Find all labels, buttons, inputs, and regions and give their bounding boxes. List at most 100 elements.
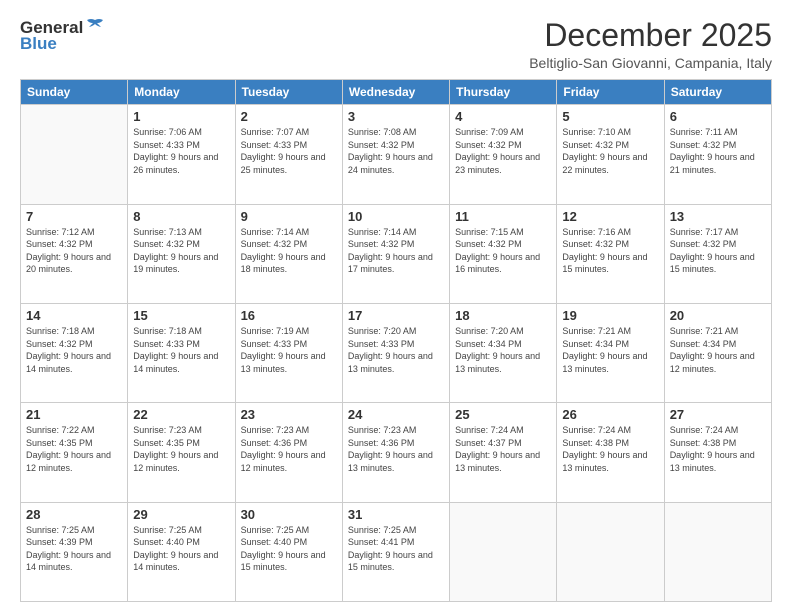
- day-number: 7: [26, 209, 122, 224]
- day-info: Sunrise: 7:24 AMSunset: 4:38 PMDaylight:…: [562, 424, 658, 474]
- week-row-4: 21 Sunrise: 7:22 AMSunset: 4:35 PMDayligh…: [21, 403, 772, 502]
- day-info: Sunrise: 7:20 AMSunset: 4:34 PMDaylight:…: [455, 325, 551, 375]
- day-info: Sunrise: 7:19 AMSunset: 4:33 PMDaylight:…: [241, 325, 337, 375]
- table-cell: 11 Sunrise: 7:15 AMSunset: 4:32 PMDayligh…: [450, 204, 557, 303]
- day-info: Sunrise: 7:25 AMSunset: 4:39 PMDaylight:…: [26, 524, 122, 574]
- col-thursday: Thursday: [450, 80, 557, 105]
- col-friday: Friday: [557, 80, 664, 105]
- day-number: 3: [348, 109, 444, 124]
- main-title: December 2025: [529, 18, 772, 53]
- logo-bird-icon: [85, 18, 105, 34]
- day-info: Sunrise: 7:18 AMSunset: 4:32 PMDaylight:…: [26, 325, 122, 375]
- day-number: 24: [348, 407, 444, 422]
- day-info: Sunrise: 7:08 AMSunset: 4:32 PMDaylight:…: [348, 126, 444, 176]
- table-cell: 14 Sunrise: 7:18 AMSunset: 4:32 PMDayligh…: [21, 303, 128, 402]
- day-number: 2: [241, 109, 337, 124]
- day-number: 19: [562, 308, 658, 323]
- day-info: Sunrise: 7:14 AMSunset: 4:32 PMDaylight:…: [241, 226, 337, 276]
- day-info: Sunrise: 7:21 AMSunset: 4:34 PMDaylight:…: [562, 325, 658, 375]
- table-cell: 21 Sunrise: 7:22 AMSunset: 4:35 PMDayligh…: [21, 403, 128, 502]
- day-number: 13: [670, 209, 766, 224]
- table-cell: 25 Sunrise: 7:24 AMSunset: 4:37 PMDayligh…: [450, 403, 557, 502]
- day-number: 21: [26, 407, 122, 422]
- week-row-2: 7 Sunrise: 7:12 AMSunset: 4:32 PMDaylight…: [21, 204, 772, 303]
- table-cell: 26Sunrise: 7:24 AMSunset: 4:38 PMDayligh…: [557, 403, 664, 502]
- day-info: Sunrise: 7:06 AMSunset: 4:33 PMDaylight:…: [133, 126, 229, 176]
- table-cell: 5Sunrise: 7:10 AMSunset: 4:32 PMDaylight…: [557, 105, 664, 204]
- day-number: 25: [455, 407, 551, 422]
- day-info: Sunrise: 7:16 AMSunset: 4:32 PMDaylight:…: [562, 226, 658, 276]
- day-number: 22: [133, 407, 229, 422]
- col-wednesday: Wednesday: [342, 80, 449, 105]
- col-tuesday: Tuesday: [235, 80, 342, 105]
- day-info: Sunrise: 7:18 AMSunset: 4:33 PMDaylight:…: [133, 325, 229, 375]
- table-cell: 10 Sunrise: 7:14 AMSunset: 4:32 PMDayligh…: [342, 204, 449, 303]
- day-number: 29: [133, 507, 229, 522]
- day-info: Sunrise: 7:23 AMSunset: 4:35 PMDaylight:…: [133, 424, 229, 474]
- table-cell: 1 Sunrise: 7:06 AMSunset: 4:33 PMDaylight…: [128, 105, 235, 204]
- table-cell: 28 Sunrise: 7:25 AMSunset: 4:39 PMDayligh…: [21, 502, 128, 601]
- header: General Blue December 2025 Beltiglio-San…: [20, 18, 772, 71]
- table-cell: 15 Sunrise: 7:18 AMSunset: 4:33 PMDayligh…: [128, 303, 235, 402]
- day-info: Sunrise: 7:14 AMSunset: 4:32 PMDaylight:…: [348, 226, 444, 276]
- day-number: 16: [241, 308, 337, 323]
- day-info: Sunrise: 7:21 AMSunset: 4:34 PMDaylight:…: [670, 325, 766, 375]
- day-info: Sunrise: 7:20 AMSunset: 4:33 PMDaylight:…: [348, 325, 444, 375]
- col-sunday: Sunday: [21, 80, 128, 105]
- calendar-header-row: Sunday Monday Tuesday Wednesday Thursday…: [21, 80, 772, 105]
- day-number: 23: [241, 407, 337, 422]
- day-number: 9: [241, 209, 337, 224]
- day-info: Sunrise: 7:23 AMSunset: 4:36 PMDaylight:…: [348, 424, 444, 474]
- week-row-1: 1 Sunrise: 7:06 AMSunset: 4:33 PMDaylight…: [21, 105, 772, 204]
- day-number: 12: [562, 209, 658, 224]
- table-cell: 3 Sunrise: 7:08 AMSunset: 4:32 PMDaylight…: [342, 105, 449, 204]
- table-cell: 8Sunrise: 7:13 AMSunset: 4:32 PMDaylight…: [128, 204, 235, 303]
- day-number: 4: [455, 109, 551, 124]
- day-number: 10: [348, 209, 444, 224]
- table-cell: 30Sunrise: 7:25 AMSunset: 4:40 PMDayligh…: [235, 502, 342, 601]
- table-cell: 22 Sunrise: 7:23 AMSunset: 4:35 PMDayligh…: [128, 403, 235, 502]
- calendar: Sunday Monday Tuesday Wednesday Thursday…: [20, 79, 772, 602]
- day-info: Sunrise: 7:22 AMSunset: 4:35 PMDaylight:…: [26, 424, 122, 474]
- table-cell: 6 Sunrise: 7:11 AMSunset: 4:32 PMDaylight…: [664, 105, 771, 204]
- day-info: Sunrise: 7:25 AMSunset: 4:40 PMDaylight:…: [241, 524, 337, 574]
- day-number: 28: [26, 507, 122, 522]
- title-block: December 2025 Beltiglio-San Giovanni, Ca…: [529, 18, 772, 71]
- col-saturday: Saturday: [664, 80, 771, 105]
- day-number: 1: [133, 109, 229, 124]
- table-cell: [450, 502, 557, 601]
- day-info: Sunrise: 7:17 AMSunset: 4:32 PMDaylight:…: [670, 226, 766, 276]
- day-info: Sunrise: 7:24 AMSunset: 4:38 PMDaylight:…: [670, 424, 766, 474]
- page: General Blue December 2025 Beltiglio-San…: [0, 0, 792, 612]
- day-number: 15: [133, 308, 229, 323]
- table-cell: 27 Sunrise: 7:24 AMSunset: 4:38 PMDayligh…: [664, 403, 771, 502]
- week-row-3: 14 Sunrise: 7:18 AMSunset: 4:32 PMDayligh…: [21, 303, 772, 402]
- day-info: Sunrise: 7:12 AMSunset: 4:32 PMDaylight:…: [26, 226, 122, 276]
- table-cell: 4Sunrise: 7:09 AMSunset: 4:32 PMDaylight…: [450, 105, 557, 204]
- day-info: Sunrise: 7:11 AMSunset: 4:32 PMDaylight:…: [670, 126, 766, 176]
- day-number: 14: [26, 308, 122, 323]
- table-cell: 2 Sunrise: 7:07 AMSunset: 4:33 PMDaylight…: [235, 105, 342, 204]
- logo-blue-text: Blue: [20, 34, 57, 54]
- table-cell: 16 Sunrise: 7:19 AMSunset: 4:33 PMDayligh…: [235, 303, 342, 402]
- table-cell: 18 Sunrise: 7:20 AMSunset: 4:34 PMDayligh…: [450, 303, 557, 402]
- day-number: 27: [670, 407, 766, 422]
- table-cell: 17Sunrise: 7:20 AMSunset: 4:33 PMDayligh…: [342, 303, 449, 402]
- day-info: Sunrise: 7:07 AMSunset: 4:33 PMDaylight:…: [241, 126, 337, 176]
- subtitle: Beltiglio-San Giovanni, Campania, Italy: [529, 55, 772, 71]
- table-cell: 31Sunrise: 7:25 AMSunset: 4:41 PMDayligh…: [342, 502, 449, 601]
- day-number: 11: [455, 209, 551, 224]
- table-cell: [664, 502, 771, 601]
- day-number: 6: [670, 109, 766, 124]
- day-info: Sunrise: 7:15 AMSunset: 4:32 PMDaylight:…: [455, 226, 551, 276]
- logo: General Blue: [20, 18, 105, 54]
- day-info: Sunrise: 7:23 AMSunset: 4:36 PMDaylight:…: [241, 424, 337, 474]
- day-info: Sunrise: 7:10 AMSunset: 4:32 PMDaylight:…: [562, 126, 658, 176]
- day-info: Sunrise: 7:13 AMSunset: 4:32 PMDaylight:…: [133, 226, 229, 276]
- day-number: 18: [455, 308, 551, 323]
- table-cell: 9 Sunrise: 7:14 AMSunset: 4:32 PMDaylight…: [235, 204, 342, 303]
- table-cell: [557, 502, 664, 601]
- table-cell: 12 Sunrise: 7:16 AMSunset: 4:32 PMDayligh…: [557, 204, 664, 303]
- day-info: Sunrise: 7:25 AMSunset: 4:40 PMDaylight:…: [133, 524, 229, 574]
- day-info: Sunrise: 7:24 AMSunset: 4:37 PMDaylight:…: [455, 424, 551, 474]
